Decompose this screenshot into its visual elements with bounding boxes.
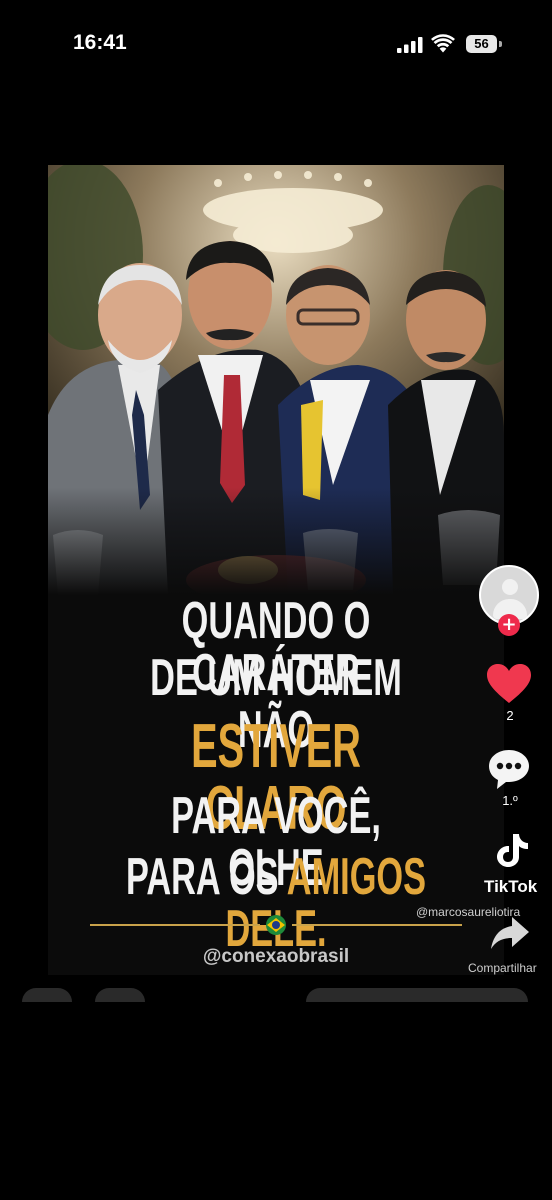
share-arrow-icon[interactable]	[490, 915, 530, 951]
video-frame[interactable]: QUANDO O CARÁTER DE UM HOMEM NÃO ESTIVER…	[48, 165, 504, 975]
tiktok-logo-icon	[497, 834, 528, 867]
action-rail: + 2 1.º TikTok Compartilhar	[468, 560, 552, 990]
status-bar: 16:41 56	[0, 0, 552, 90]
tiktok-username-watermark: @marcosaureliotira	[416, 905, 521, 919]
heart-icon[interactable]	[486, 663, 532, 705]
comment-icon[interactable]	[487, 748, 531, 790]
divider-right	[292, 924, 462, 926]
avatar-head	[502, 579, 518, 595]
quote-line-5: PARA OS AMIGOS DELE.	[119, 851, 433, 955]
clock: 16:41	[73, 31, 127, 54]
wifi-icon	[431, 34, 455, 53]
battery-level: 56	[466, 35, 497, 53]
bottom-control-pill[interactable]	[306, 988, 528, 1002]
bottom-control-second[interactable]	[95, 988, 145, 1002]
comment-count: 1.º	[502, 793, 518, 808]
share-label: Compartilhar	[468, 961, 537, 975]
battery-icon: 56	[466, 35, 502, 53]
brand-handle: @conexaobrasil	[202, 946, 350, 967]
follow-plus-icon[interactable]: +	[498, 614, 520, 636]
brazil-flag-icon	[266, 915, 286, 935]
bottom-control-left[interactable]	[22, 988, 72, 1002]
tiktok-wordmark: TikTok	[484, 877, 538, 896]
quote-line-5-prefix: PARA OS	[125, 848, 287, 906]
battery-tip	[499, 41, 502, 47]
group-photo	[48, 165, 504, 595]
like-count: 2	[506, 708, 514, 723]
cellular-signal-icon	[397, 37, 423, 53]
divider-left	[90, 924, 260, 926]
